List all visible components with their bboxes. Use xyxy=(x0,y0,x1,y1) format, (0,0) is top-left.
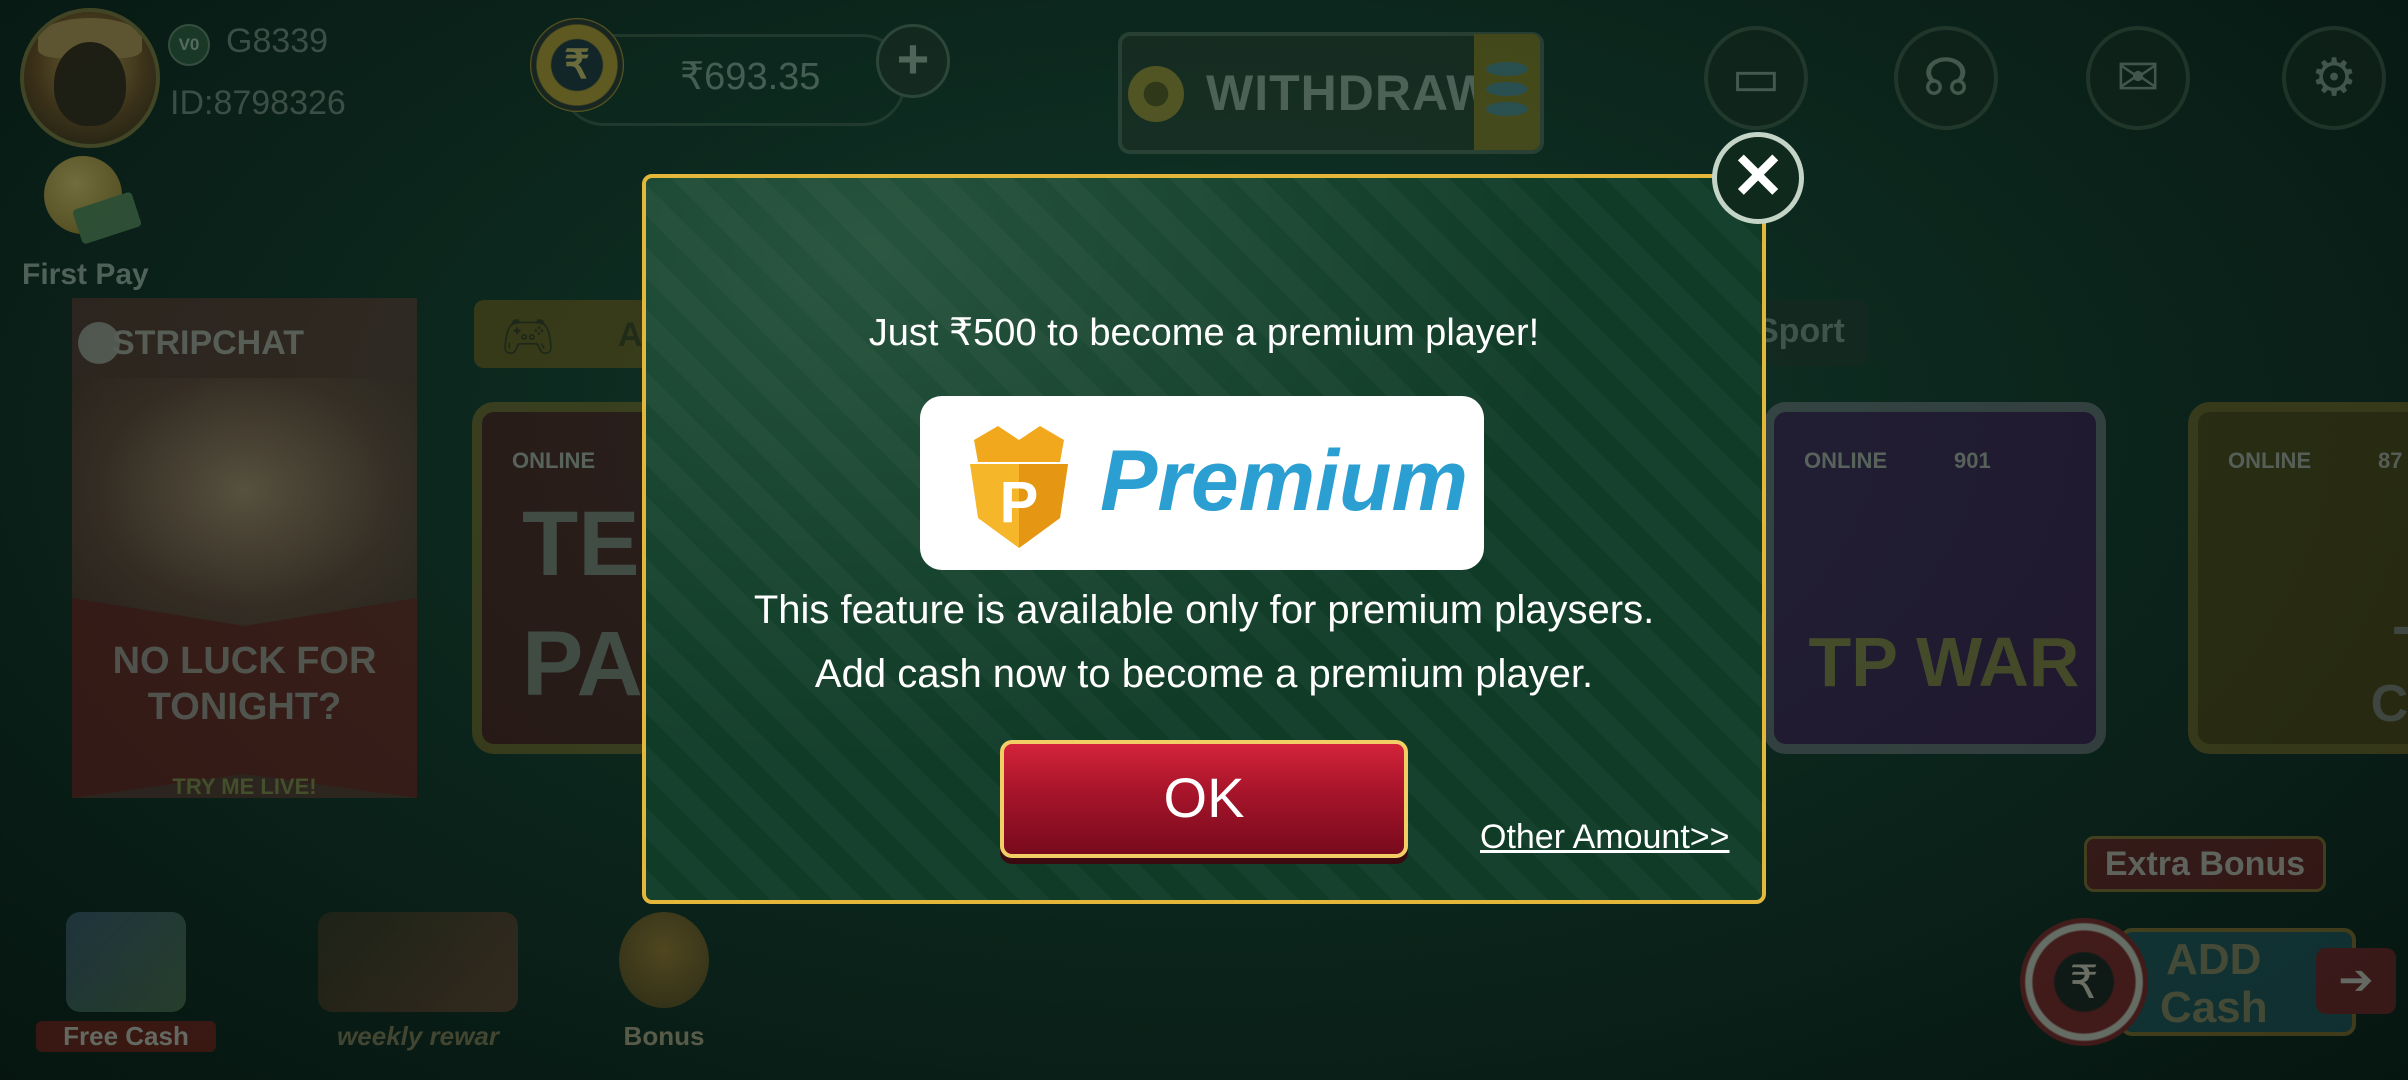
add-cash-button[interactable]: ₹ ADD Cash ➔ xyxy=(2020,918,2396,1046)
coin-icon xyxy=(1128,66,1184,122)
other-amount-link[interactable]: Other Amount>> xyxy=(1480,818,1730,857)
dialog-message-line2: Add cash now to become a premium player. xyxy=(814,652,1594,696)
bonus-button[interactable]: Bonus xyxy=(604,902,724,1052)
free-cash-label: Free Cash xyxy=(36,1021,216,1052)
vip-badge: V0 xyxy=(168,24,210,66)
avatar-face xyxy=(54,42,126,126)
cards-icon[interactable]: ▭ xyxy=(1704,26,1808,130)
weekly-reward-button[interactable]: weekly rewar xyxy=(296,902,540,1052)
coin-stack-icon xyxy=(1474,34,1540,150)
game-card-texas-cowboy[interactable]: ONLINE 87 TEX CowB xyxy=(2188,402,2408,754)
add-cash-line2: Cash xyxy=(2160,983,2268,1032)
mail-icon[interactable]: ✉ xyxy=(2086,26,2190,130)
extra-bonus-badge: Extra Bonus xyxy=(2084,836,2326,892)
arrow-right-icon: ➔ xyxy=(2316,948,2396,1014)
add-cash-line1: ADD xyxy=(2166,935,2262,984)
first-pay-icon[interactable] xyxy=(40,156,143,256)
gamepad-icon: 🎮︎ xyxy=(500,312,556,361)
game-title: CowB xyxy=(2370,675,2408,733)
premium-badge-letter: P xyxy=(1000,470,1039,535)
bonus-pot-icon xyxy=(619,912,709,1008)
tab-all-label: A xyxy=(618,316,643,354)
dialog-message-line1: This feature is available only for premi… xyxy=(753,588,1655,632)
online-label: ONLINE xyxy=(1804,448,1888,473)
online-count: 87 xyxy=(2378,448,2403,473)
avatar[interactable] xyxy=(20,8,160,148)
close-icon[interactable]: ✕ xyxy=(1712,132,1804,224)
online-count: ONLINE xyxy=(512,448,596,473)
rupee-chip-icon: ₹ xyxy=(530,18,624,112)
share-icon xyxy=(66,912,186,1012)
username: G8339 xyxy=(226,22,329,60)
user-id: ID:8798326 xyxy=(170,84,346,122)
premium-word: Premium xyxy=(1100,433,1469,529)
ok-button[interactable]: OK xyxy=(1000,740,1408,858)
game-title: TP WAR xyxy=(1808,623,2080,701)
tab-sport-label: Sport xyxy=(1756,312,1845,350)
dialog-title: Just ₹500 to become a premium player! xyxy=(868,312,1540,354)
weekly-reward-label: weekly rewar xyxy=(337,1021,499,1051)
free-cash-button[interactable]: Free Cash xyxy=(36,902,216,1052)
rupee-chip-icon: ₹ xyxy=(2020,918,2148,1046)
support-icon[interactable]: ☊ xyxy=(1894,26,1998,130)
bonus-label: Bonus xyxy=(623,1021,705,1051)
ad-headline: NO LUCK FOR TONIGHT? xyxy=(112,640,377,728)
add-cash-label: ADD Cash xyxy=(2160,936,2268,1032)
online-label: ONLINE xyxy=(2228,448,2312,473)
ad-cta[interactable]: TRY ME LIVE! xyxy=(72,774,417,800)
game-card-tp-war[interactable]: ONLINE 901 TP WAR xyxy=(1764,402,2106,754)
settings-icon[interactable]: ⚙ xyxy=(2282,26,2386,130)
premium-crown-icon: P xyxy=(970,426,1068,548)
withdraw-label: WITHDRAW xyxy=(1206,65,1495,121)
add-balance-button[interactable]: + xyxy=(876,24,950,98)
ad-brand: STRIPCHAT xyxy=(112,324,305,362)
chips-icon xyxy=(318,912,518,1012)
online-count: 901 xyxy=(1954,448,1991,473)
premium-logo-card: P Premium xyxy=(920,396,1484,570)
first-pay-label[interactable]: First Pay xyxy=(22,258,149,292)
balance-value: ₹693.35 xyxy=(680,56,821,98)
